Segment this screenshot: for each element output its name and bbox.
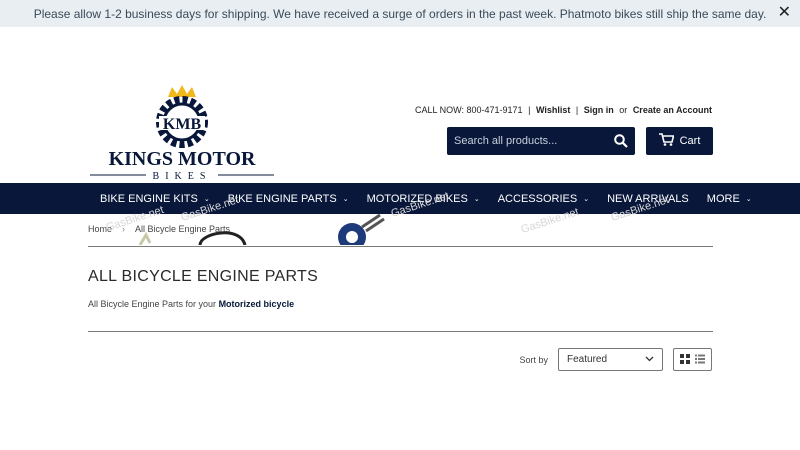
motorized-bicycle-link[interactable]: Motorized bicycle [219,299,295,309]
store-logo[interactable]: KMB KINGS MOTOR BIKES [88,83,276,182]
logo-monogram: KMB [163,116,202,133]
announcement-text: Please allow 1-2 business days for shipp… [33,6,767,21]
cart-button[interactable]: Cart [646,127,713,155]
announcement-bar: Please allow 1-2 business days for shipp… [0,0,800,27]
description-text: All Bicycle Engine Parts for your [88,299,219,309]
create-account-link[interactable]: Create an Account [633,105,712,115]
sort-toolbar: Sort by Featured [519,348,712,371]
chevron-down-icon [645,354,654,365]
product-image-wires [361,213,385,233]
divider [88,331,713,332]
page-title: ALL BICYCLE ENGINE PARTS [88,268,319,285]
site-header: KMB KINGS MOTOR BIKES CALL NOW: 800-471-… [0,27,800,183]
phone-number[interactable]: 800-471-9171 [467,105,523,115]
header-links: CALL NOW: 800-471-9171 | Wishlist | Sign… [414,105,712,115]
call-label: CALL NOW: [414,105,464,115]
search-bar[interactable]: Search all products... [447,127,635,155]
logo-wordmark: KINGS MOTOR [109,148,256,170]
view-toggle [673,348,712,371]
product-grid: GasBike.net GasBike.net GasBike.net GasB… [0,185,800,245]
list-view-icon[interactable] [695,351,706,369]
product-image-wire-harness [138,231,152,245]
sign-in-link[interactable]: Sign in [584,105,614,115]
crown-icon [168,85,196,97]
sort-select[interactable]: Featured [558,348,663,371]
sort-selected-value: Featured [567,354,608,365]
logo-graphic: KMB KINGS MOTOR BIKES [90,85,274,182]
search-icon[interactable] [607,127,635,155]
product-thumbnails[interactable] [0,185,800,245]
product-image-cable [198,231,247,245]
wishlist-link[interactable]: Wishlist [536,105,570,115]
search-input[interactable]: Search all products... [447,135,607,147]
cart-label: Cart [679,135,701,147]
logo-subtitle: BIKES [153,171,212,181]
divider [88,246,713,247]
sort-label: Sort by [519,354,548,365]
close-icon[interactable]: ✕ [778,5,791,21]
or-text: or [619,105,628,115]
grid-view-icon[interactable] [679,351,690,369]
cart-icon [658,133,675,149]
collection-description: All Bicycle Engine Parts for your Motori… [88,299,712,309]
